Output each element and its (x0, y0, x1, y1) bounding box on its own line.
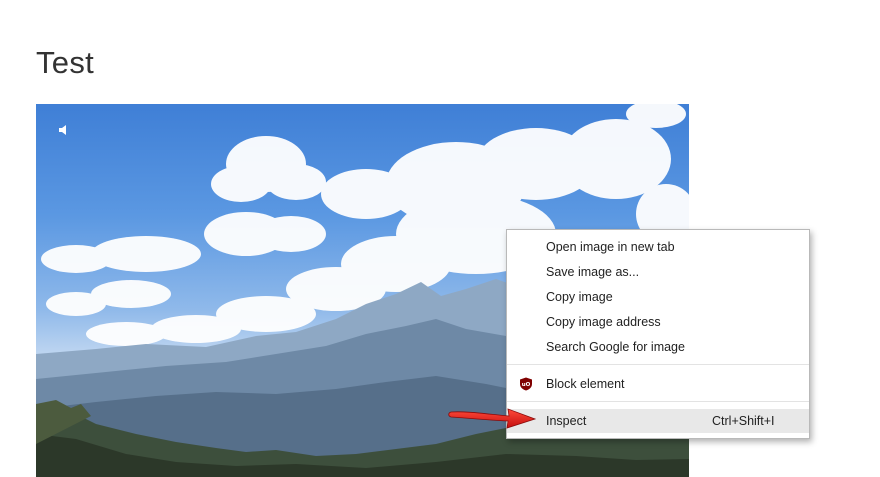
menu-item-label: Copy image (546, 290, 613, 304)
svg-text:uO: uO (522, 382, 531, 388)
menu-item-save-image-as[interactable]: Save image as... (507, 260, 809, 284)
menu-item-label: Open image in new tab (546, 240, 675, 254)
menu-separator (507, 364, 809, 365)
menu-item-search-google-for-image[interactable]: Search Google for image (507, 335, 809, 359)
menu-item-inspect[interactable]: Inspect Ctrl+Shift+I (507, 409, 809, 433)
ublock-origin-icon: uO (520, 377, 532, 391)
menu-item-label: Inspect (546, 414, 587, 428)
menu-item-label: Copy image address (546, 315, 661, 329)
context-menu: Open image in new tab Save image as... C… (506, 229, 810, 439)
menu-item-open-image-new-tab[interactable]: Open image in new tab (507, 235, 809, 259)
menu-item-label: Save image as... (546, 265, 640, 279)
speaker-icon[interactable] (58, 124, 70, 136)
menu-item-block-element[interactable]: uO Block element (507, 372, 809, 396)
menu-item-label: Search Google for image (546, 340, 685, 354)
red-arrow-annotation-icon (448, 408, 537, 429)
menu-separator (507, 401, 809, 402)
menu-item-label: Block element (546, 377, 625, 391)
menu-item-copy-image-address[interactable]: Copy image address (507, 310, 809, 334)
menu-item-copy-image[interactable]: Copy image (507, 285, 809, 309)
page-title: Test (36, 44, 95, 80)
menu-item-shortcut: Ctrl+Shift+I (712, 414, 775, 428)
